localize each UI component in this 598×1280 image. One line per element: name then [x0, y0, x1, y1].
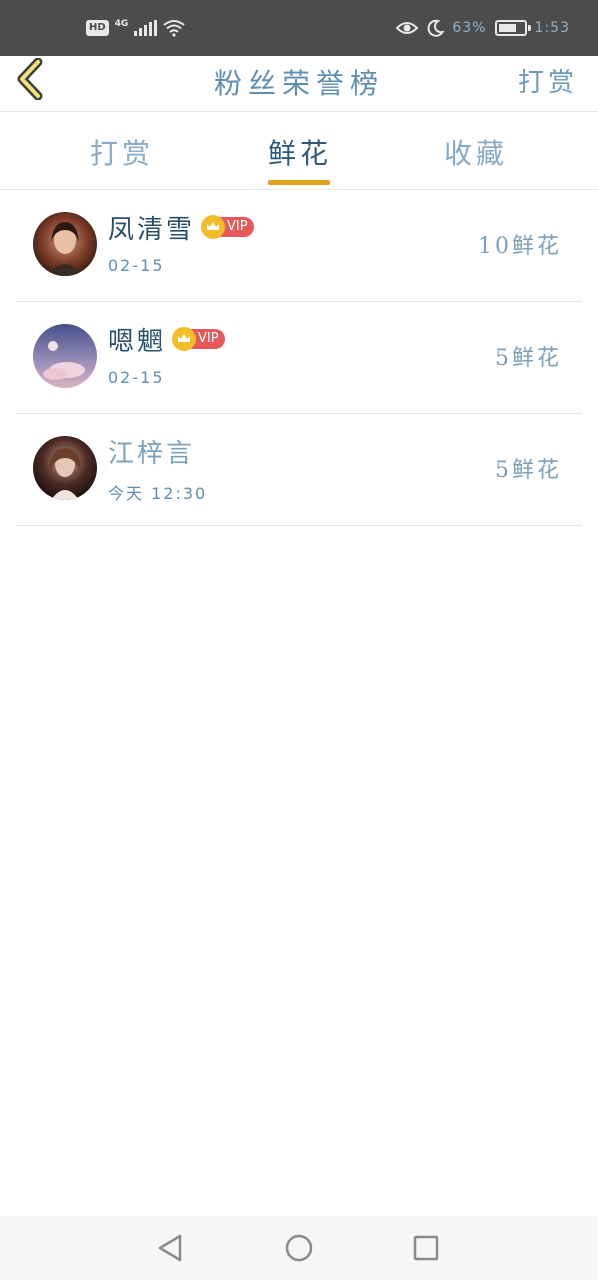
status-bar: HD 4G 63% 1:53 — [0, 0, 598, 56]
tab-reward[interactable]: 打赏 — [62, 132, 182, 172]
list-item[interactable]: 嗯魍 VIP 02-15 5鲜花 — [16, 302, 582, 414]
reward-button[interactable]: 打赏 — [518, 62, 578, 99]
fan-name-line: 江梓言 — [108, 434, 196, 469]
vip-badge: VIP — [172, 327, 225, 351]
flower-count: 5鲜花 — [495, 346, 562, 371]
status-clock: 1:53 — [534, 20, 570, 36]
app-header: 粉丝荣誉榜 打赏 — [0, 56, 598, 112]
recent-square-icon[interactable] — [408, 1230, 444, 1266]
avatar[interactable] — [33, 324, 97, 388]
moon-icon — [427, 19, 445, 37]
tab-flowers[interactable]: 鲜花 — [240, 132, 360, 172]
wifi-icon — [163, 20, 185, 37]
page-title: 粉丝荣誉榜 — [213, 67, 384, 100]
fan-name: 凤清雪 — [108, 214, 196, 245]
avatar[interactable] — [33, 436, 97, 500]
signal-icon — [134, 20, 158, 36]
crown-icon — [172, 327, 197, 351]
back-triangle-icon[interactable] — [152, 1230, 188, 1266]
list-item[interactable]: 江梓言 今天 12:30 5鲜花 — [16, 414, 582, 526]
flower-count: 5鲜花 — [495, 458, 562, 483]
battery-percent: 63% — [452, 20, 487, 36]
network-type-label: 4G — [114, 19, 129, 29]
list-item[interactable]: 凤清雪 VIP 02-15 10鲜花 — [16, 190, 582, 302]
system-nav-bar — [0, 1216, 598, 1280]
tab-favorites[interactable]: 收藏 — [416, 132, 536, 172]
fan-time: 02-15 — [108, 256, 165, 275]
crown-icon — [201, 215, 226, 239]
fan-time: 02-15 — [108, 368, 165, 387]
status-left-group: HD 4G — [86, 18, 185, 38]
tab-bar: 打赏 鲜花 收藏 — [0, 112, 598, 190]
fan-list: 凤清雪 VIP 02-15 10鲜花 嗯魍 VIP 02-15 5鲜花 江梓言 … — [16, 190, 582, 526]
active-tab-indicator — [268, 180, 330, 185]
fan-name: 嗯魍 — [108, 326, 167, 357]
flower-count: 10鲜花 — [478, 234, 562, 259]
fan-time: 今天 12:30 — [108, 484, 208, 503]
hd-icon: HD — [86, 20, 109, 36]
avatar[interactable] — [33, 212, 97, 276]
fan-name-line: 凤清雪 VIP — [108, 210, 254, 245]
eye-icon — [396, 22, 419, 34]
fan-name-line: 嗯魍 VIP — [108, 322, 225, 357]
status-right-group: 63% 1:53 — [396, 18, 570, 38]
fan-name: 江梓言 — [108, 438, 196, 469]
battery-icon — [494, 20, 531, 36]
home-circle-icon[interactable] — [281, 1230, 317, 1266]
vip-badge: VIP — [201, 215, 254, 239]
